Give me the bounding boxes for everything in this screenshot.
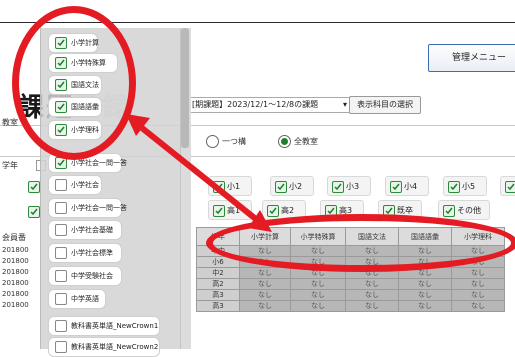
annotation-arrow-icon — [126, 114, 272, 232]
